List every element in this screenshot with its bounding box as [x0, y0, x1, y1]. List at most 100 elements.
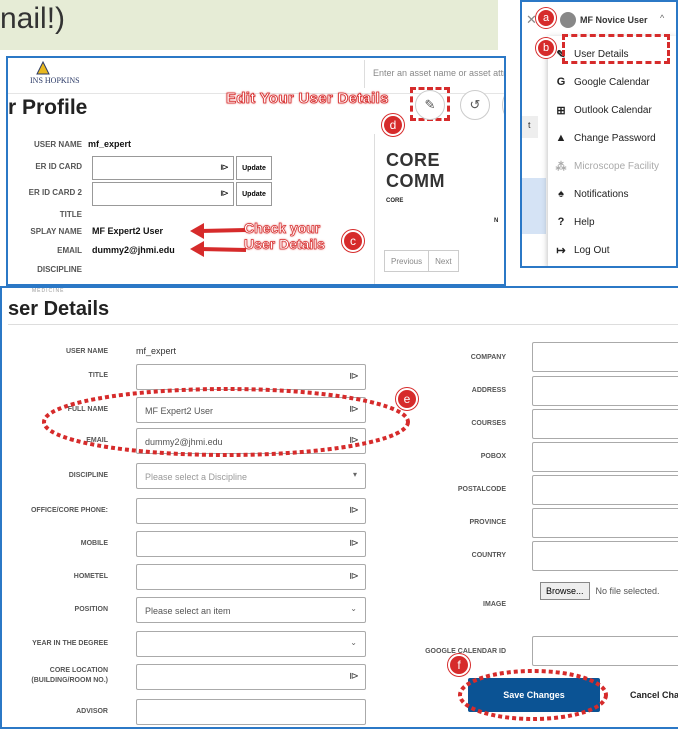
more-icon[interactable] — [502, 90, 504, 120]
file-status: No file selected. — [595, 586, 660, 596]
highlight-ellipse — [458, 669, 608, 721]
company-input[interactable] — [532, 342, 678, 372]
windows-icon: ⊞ — [556, 104, 566, 117]
card-reader-icon: ⧐ — [349, 538, 359, 549]
card-reader-icon: ⧐ — [349, 505, 359, 516]
office-phone-input[interactable]: ⧐ — [136, 498, 366, 524]
label-title: TITLE — [88, 372, 108, 379]
bell-icon: ♠ — [558, 188, 564, 200]
menu-item-google-calendar[interactable]: G Google Calendar — [548, 68, 676, 96]
user-details-title: ser Details — [8, 298, 110, 320]
google-calendar-id-input[interactable] — [532, 636, 678, 666]
label-address: ADDRESS — [471, 387, 506, 394]
google-icon: G — [556, 76, 566, 88]
value-display-name: MF Expert2 User — [92, 226, 164, 236]
highlight-ellipse — [42, 387, 410, 457]
discipline-select[interactable]: Please select a Discipline ▾ — [136, 463, 366, 489]
pagination: Previous Next — [384, 250, 459, 272]
label-discipline: DISCIPLINE — [37, 265, 82, 274]
menu-item-outlook-calendar[interactable]: ⊞ Outlook Calendar — [548, 96, 676, 124]
user-details-highlight — [562, 34, 670, 64]
chevron-down-icon: ⌄ — [350, 604, 357, 613]
label-mobile: MOBILE — [80, 540, 108, 547]
value-username: mf_expert — [88, 139, 132, 149]
history-icon[interactable]: ↺ — [460, 90, 490, 120]
card-reader-icon: ⧐ — [349, 671, 359, 682]
hometel-input[interactable]: ⧐ — [136, 564, 366, 590]
advisor-input[interactable] — [136, 699, 366, 725]
courses-input[interactable] — [532, 409, 678, 439]
step-badge-e: e — [396, 388, 418, 410]
arrow-icon — [190, 223, 247, 257]
step-badge-c: c — [342, 230, 364, 252]
menu-item-log-out[interactable]: ↦ Log Out — [548, 236, 676, 264]
edit-user-icon[interactable]: ✎ — [415, 90, 445, 120]
edit-details-note: Edit Your User Details — [226, 90, 389, 108]
brand-text: INS HOPKINS — [30, 76, 80, 85]
asset-search-input[interactable]: Enter an asset name or asset attrib — [364, 60, 504, 88]
label-hometel: HOMETEL — [73, 573, 108, 580]
card-reader-icon: ⧐ — [220, 162, 229, 172]
label-id-card-2: ER ID CARD 2 — [28, 188, 82, 197]
id-card-2-field[interactable]: ⧐ — [92, 182, 234, 206]
cancel-changes-button[interactable]: Cancel Cha — [618, 678, 678, 712]
step-badge-f: f — [448, 654, 470, 676]
mobile-input[interactable]: ⧐ — [136, 531, 366, 557]
core-comm-title: CORE COMM — [386, 150, 445, 191]
chevron-down-icon: ▾ — [352, 470, 357, 479]
logo-icon — [36, 61, 50, 75]
menu-item-change-password[interactable]: ▲ Change Password — [548, 124, 676, 152]
label-username: USER NAME — [65, 348, 108, 355]
label-core-location: CORE LOCATION (BUILDING/ROOM NO.) — [31, 667, 108, 684]
divider — [8, 324, 678, 325]
menu-item-help[interactable]: ? Help — [548, 208, 676, 236]
user-menu-dropdown: ✎ User Details G Google Calendar ⊞ Outlo… — [548, 36, 676, 266]
label-id-card: ER ID CARD — [35, 162, 82, 171]
card-reader-icon: ⧐ — [220, 188, 229, 198]
step-badge-d: d — [382, 114, 404, 136]
instruction-banner — [0, 0, 498, 50]
user-menu-panel: t ✕ a MF Novice User ^ ✎ User Details G … — [520, 0, 678, 268]
chevron-up-icon: ^ — [660, 13, 665, 23]
postalcode-input[interactable] — [532, 475, 678, 505]
chevron-down-icon: ⌄ — [350, 638, 357, 647]
menu-item-notifications[interactable]: ♠ Notifications — [548, 180, 676, 208]
value-email: dummy2@jhmi.edu — [92, 245, 175, 255]
card-reader-icon: ⧐ — [349, 371, 359, 382]
step-badge-a: a — [536, 8, 556, 28]
divider — [374, 134, 375, 284]
label-discipline: DISCIPLINE — [68, 472, 108, 479]
label-email: EMAIL — [57, 246, 82, 255]
label-courses: COURSES — [471, 420, 506, 427]
page-title: r Profile — [8, 96, 88, 119]
step-badge-b: b — [536, 38, 556, 58]
country-input[interactable] — [532, 541, 678, 571]
next-button[interactable]: Next — [429, 251, 457, 271]
label-office-phone: OFFICE/CORE PHONE: — [30, 507, 108, 514]
profile-panel: INS HOPKINS Enter an asset name or asset… — [6, 56, 506, 286]
user-menu-toggle[interactable]: MF Novice User — [580, 15, 648, 25]
group-icon: ⁂ — [555, 160, 567, 173]
core-location-input[interactable]: ⧐ — [136, 664, 366, 690]
label-province: PROVINCE — [469, 519, 506, 526]
update-id-card-2-button[interactable]: Update — [236, 182, 272, 206]
province-input[interactable] — [532, 508, 678, 538]
user-details-panel: MEDICINE ser Details USER NAME mf_expert… — [0, 286, 678, 729]
label-company: COMPANY — [470, 354, 506, 361]
id-card-field[interactable]: ⧐ — [92, 156, 234, 180]
year-in-degree-select[interactable]: ⌄ — [136, 631, 366, 657]
pobox-input[interactable] — [532, 442, 678, 472]
core-n-header: N — [494, 218, 499, 224]
label-pobox: POBOX — [480, 453, 506, 460]
label-title: TITLE — [59, 210, 82, 219]
brand-subtitle: MEDICINE — [32, 288, 65, 294]
previous-button[interactable]: Previous — [385, 251, 430, 271]
help-icon: ? — [557, 216, 565, 228]
label-display-name: SPLAY NAME — [30, 227, 82, 236]
logout-icon: ↦ — [556, 244, 566, 257]
browse-button[interactable]: Browse... — [540, 582, 590, 600]
address-input[interactable] — [532, 376, 678, 406]
label-advisor: ADVISOR — [76, 708, 108, 715]
position-select[interactable]: Please select an item ⌄ — [136, 597, 366, 623]
update-id-card-button[interactable]: Update — [236, 156, 272, 180]
